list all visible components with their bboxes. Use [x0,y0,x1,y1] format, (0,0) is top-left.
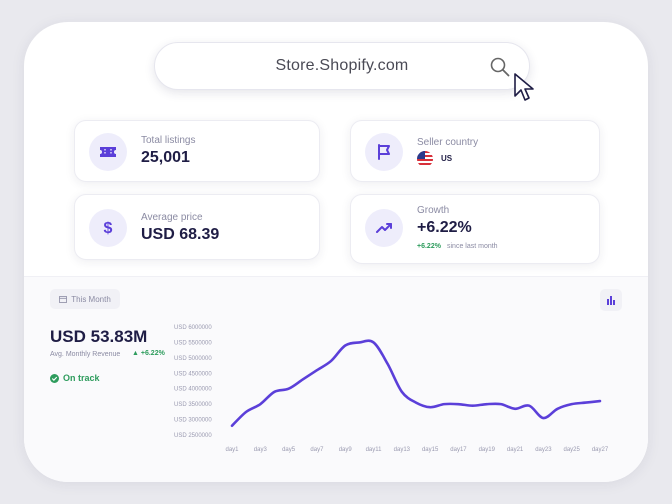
flag-icon [365,133,403,171]
total-listings-label: Total listings [141,135,196,146]
y-tick-label: USD 6000000 [174,325,212,331]
y-tick-label: USD 5500000 [174,340,212,346]
revenue-line-chart: USD 6000000 USD 5500000 USD 5000000 USD 450… [174,325,609,453]
dollar-icon: $ [89,209,127,247]
x-tick-label: day25 [564,447,581,453]
x-tick-label: day23 [535,447,552,453]
x-tick-label: day11 [366,447,383,453]
x-tick-label: day13 [394,447,411,453]
x-tick-label: day27 [592,447,609,453]
revenue-series-line [230,339,602,428]
average-price-card: $ Average price USD 68.39 [74,194,320,260]
total-listings-card: Total listings 25,001 [74,120,320,182]
calendar-icon [59,296,68,303]
growth-value: +6.22% [417,219,472,236]
x-tick-label: day17 [450,447,467,453]
y-tick-label: USD 2500000 [174,433,212,439]
growth-label: Growth [417,205,450,216]
y-tick-label: USD 4500000 [174,371,212,377]
y-tick-label: USD 5000000 [174,356,212,362]
y-tick-label: USD 4000000 [174,387,212,393]
period-button[interactable]: This Month [50,289,120,309]
search-bar[interactable]: Store.Shopify.com [154,42,530,90]
search-text: Store.Shopify.com [275,57,409,74]
trending-up-icon [365,209,403,247]
search-icon[interactable] [489,56,511,78]
x-tick-label: day3 [254,447,268,453]
ticket-icon [89,133,127,171]
revenue-delta: ▲ +6.22% [132,350,165,357]
total-listings-value: 25,001 [141,149,190,166]
seller-country-value: US [441,154,453,163]
period-button-label: This Month [71,294,111,304]
x-tick-label: day9 [339,447,353,453]
x-tick-label: day21 [507,447,524,453]
growth-card: Growth +6.22% +6.22% since last month [350,194,600,264]
revenue-chart-panel: This Month USD 53.83M Avg. Monthly Reven… [24,276,648,482]
chart-type-button[interactable] [600,289,622,311]
svg-text:$: $ [104,220,113,237]
y-tick-label: USD 3500000 [174,402,212,408]
revenue-label: Avg. Monthly Revenue [50,351,121,358]
growth-delta-suffix: since last month [447,243,498,250]
seller-country-label: Seller country [417,137,479,148]
seller-country-card: Seller country US [350,120,600,182]
bar-chart-icon [607,296,615,305]
average-price-value: USD 68.39 [141,226,220,243]
check-circle-icon [50,373,59,383]
status-badge: On track [50,373,100,383]
us-flag-icon [417,151,433,167]
x-tick-label: day15 [422,447,439,453]
growth-delta: +6.22% [417,243,441,250]
dashboard-frame: Store.Shopify.com Total listings 25,001 [24,22,648,482]
revenue-delta-value: +6.22% [140,350,165,357]
average-price-label: Average price [141,212,203,223]
x-tick-label: day7 [310,447,324,453]
revenue-value: USD 53.83M [50,327,148,346]
x-tick-label: day19 [479,447,496,453]
x-tick-label: day5 [282,447,296,453]
status-text: On track [63,373,100,383]
y-tick-label: USD 3000000 [174,418,212,424]
mouse-cursor-icon [514,73,534,101]
x-tick-label: day1 [225,447,239,453]
